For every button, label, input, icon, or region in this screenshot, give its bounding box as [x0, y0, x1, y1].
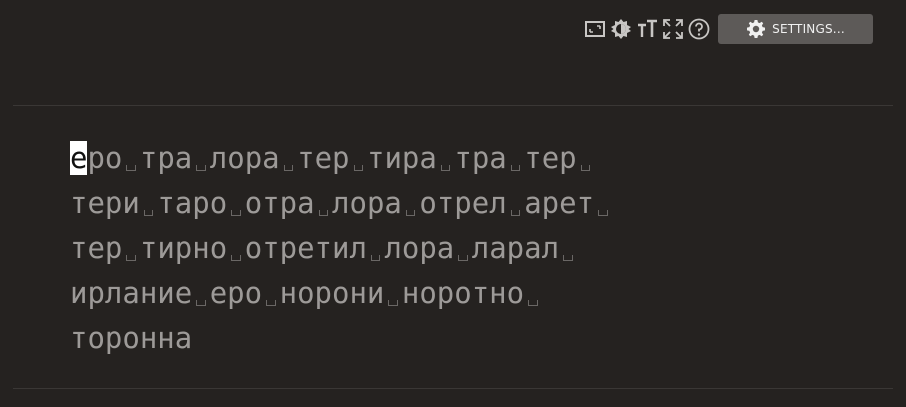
help-icon[interactable]: [688, 18, 710, 40]
word: ларал: [471, 231, 560, 265]
word: тер: [70, 231, 123, 265]
word: тирно: [139, 231, 228, 265]
word: отрел: [419, 186, 507, 220]
word: таро: [157, 186, 228, 220]
space-marker: [122, 226, 140, 271]
word: тира: [367, 141, 437, 175]
word: тра: [139, 141, 193, 175]
space-marker: [559, 226, 577, 271]
word: тра: [454, 141, 507, 175]
fullscreen-icon[interactable]: [662, 18, 684, 40]
space-marker: [192, 136, 210, 181]
word: еро: [209, 276, 263, 310]
text-line: тери таро отра лора отрел арет: [70, 181, 850, 226]
typing-text-area[interactable]: еро тра лора тер тира тра тер тери таро отра лора о…: [70, 136, 850, 361]
word: арет: [524, 186, 595, 220]
space-marker: [594, 181, 612, 226]
space-marker: [384, 271, 402, 316]
top-divider: [13, 105, 893, 106]
space-marker: [437, 136, 455, 181]
word: отретил: [244, 231, 367, 265]
text-line: торонна: [70, 316, 850, 361]
word: отра: [244, 186, 315, 220]
bottom-divider: [13, 388, 893, 389]
space-marker: [315, 181, 333, 226]
word: еро: [70, 141, 122, 175]
space-marker: [367, 226, 385, 271]
word: тер: [524, 141, 577, 175]
text-line: тер тирно отретил лора ларал: [70, 226, 850, 271]
word: норони: [279, 276, 385, 310]
space-marker: [140, 181, 158, 226]
theme-icon[interactable]: [610, 18, 632, 40]
space-marker: [577, 136, 595, 181]
space-marker: [280, 136, 298, 181]
space-marker: [350, 136, 368, 181]
text-line: ирлание еро норони норотно: [70, 271, 850, 316]
text-line: еро тра лора тер тира тра тер: [70, 136, 850, 181]
word: торонна: [70, 321, 193, 355]
word-remainder: ро: [87, 141, 123, 175]
window-icon[interactable]: [584, 18, 606, 40]
space-marker: [507, 136, 525, 181]
space-marker: [454, 226, 472, 271]
word: лора: [384, 231, 455, 265]
toolbar: SETTINGS...: [584, 13, 873, 45]
space-marker: [524, 271, 542, 316]
word: лора: [209, 141, 280, 175]
word: лора: [332, 186, 402, 220]
space-marker: [227, 181, 245, 226]
word: норотно: [401, 276, 525, 310]
space-marker: [122, 136, 140, 181]
word: тер: [297, 141, 350, 175]
cursor-char: е: [70, 141, 88, 175]
space-marker: [507, 181, 525, 226]
font-size-icon[interactable]: [636, 18, 658, 40]
word: ирлание: [70, 276, 193, 310]
word: тери: [70, 186, 140, 220]
space-marker: [402, 181, 420, 226]
space-marker: [192, 271, 210, 316]
settings-button[interactable]: SETTINGS...: [718, 14, 873, 44]
space-marker: [227, 226, 245, 271]
gear-icon: [746, 19, 766, 39]
settings-label: SETTINGS...: [772, 22, 845, 36]
space-marker: [262, 271, 280, 316]
